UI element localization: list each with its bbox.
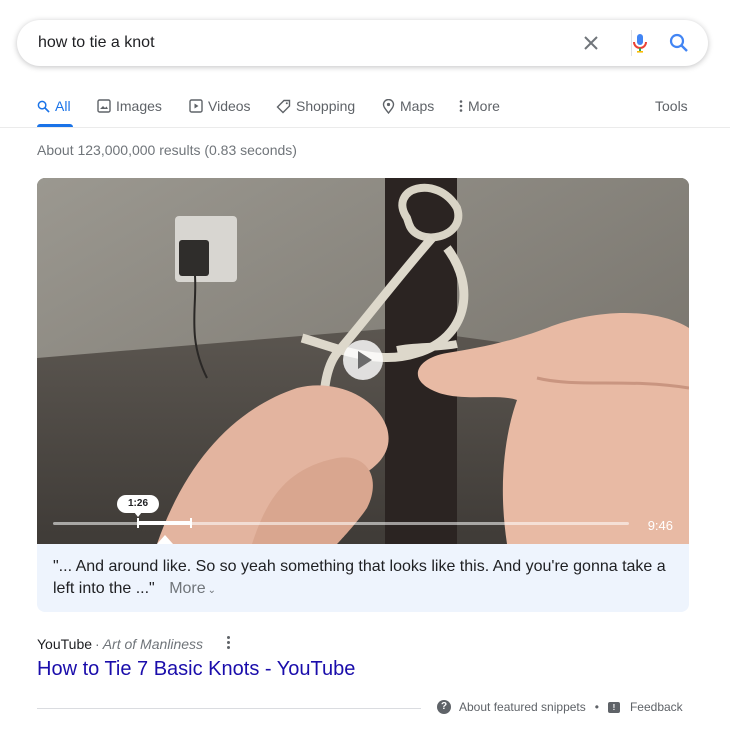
tab-more[interactable]: More — [459, 96, 500, 116]
tools-button[interactable]: Tools — [655, 96, 688, 116]
transcript-text: "... And around like. So so yeah somethi… — [53, 558, 666, 597]
timestamp-tooltip: 1:26 — [117, 495, 159, 517]
tab-label: Videos — [208, 98, 251, 114]
tab-label: Shopping — [296, 98, 356, 114]
chevron-down-icon: ⌄ — [207, 585, 217, 596]
more-label: More — [169, 580, 206, 597]
tab-all[interactable]: All — [37, 96, 71, 116]
footer-divider — [37, 708, 421, 709]
feedback-icon: ! — [607, 701, 620, 713]
clear-icon[interactable] — [579, 31, 603, 55]
search-bar[interactable]: how to tie a knot — [17, 20, 708, 66]
source-separator: · — [95, 636, 100, 652]
vertical-dots-icon — [459, 100, 463, 112]
tab-images[interactable]: Images — [97, 96, 162, 116]
timeline-marker-start — [137, 518, 139, 528]
result-options-icon[interactable] — [227, 636, 231, 650]
play-button[interactable] — [343, 340, 383, 380]
timeline-highlight — [138, 521, 192, 525]
tab-shopping[interactable]: Shopping — [276, 96, 355, 116]
video-icon — [189, 99, 203, 113]
help-icon: ? — [437, 700, 451, 714]
tabs-divider — [0, 127, 730, 128]
tab-label: Maps — [400, 98, 435, 114]
video-duration: 9:46 — [647, 518, 673, 533]
tools-label: Tools — [655, 98, 688, 114]
tab-label: Images — [116, 98, 162, 114]
image-icon — [97, 99, 111, 113]
timeline-marker-end — [190, 518, 192, 528]
tab-maps[interactable]: Maps — [382, 96, 434, 116]
video-thumbnail[interactable]: 1:26 9:46 — [37, 178, 689, 544]
feedback-link[interactable]: Feedback — [630, 700, 683, 714]
search-icon — [37, 100, 50, 113]
source-name: YouTube — [37, 636, 93, 652]
tab-label: More — [468, 98, 500, 114]
map-pin-icon — [382, 98, 395, 114]
transcript-snippet: "... And around like. So so yeah somethi… — [37, 544, 689, 612]
channel-name: Art of Manliness — [102, 636, 204, 652]
search-input[interactable]: how to tie a knot — [38, 34, 155, 52]
tab-videos[interactable]: Videos — [189, 96, 251, 116]
tab-label: All — [55, 98, 71, 114]
microphone-icon[interactable] — [628, 31, 652, 55]
snippet-footer: ? About featured snippets • ! Feedback — [437, 700, 683, 714]
transcript-more-button[interactable]: More ⌄ — [169, 580, 216, 597]
result-source: YouTube · Art of Manliness — [37, 636, 203, 652]
tag-icon — [276, 99, 291, 113]
footer-separator: • — [594, 700, 599, 714]
about-featured-snippets-link[interactable]: About featured snippets — [459, 700, 586, 714]
result-stats: About 123,000,000 results (0.83 seconds) — [37, 142, 297, 158]
search-tabs: All Images Videos Shopping Maps More Too… — [0, 90, 730, 128]
result-title-link[interactable]: How to Tie 7 Basic Knots - YouTube — [37, 658, 355, 681]
search-icon[interactable] — [667, 31, 691, 55]
transcript-pointer — [157, 535, 173, 544]
